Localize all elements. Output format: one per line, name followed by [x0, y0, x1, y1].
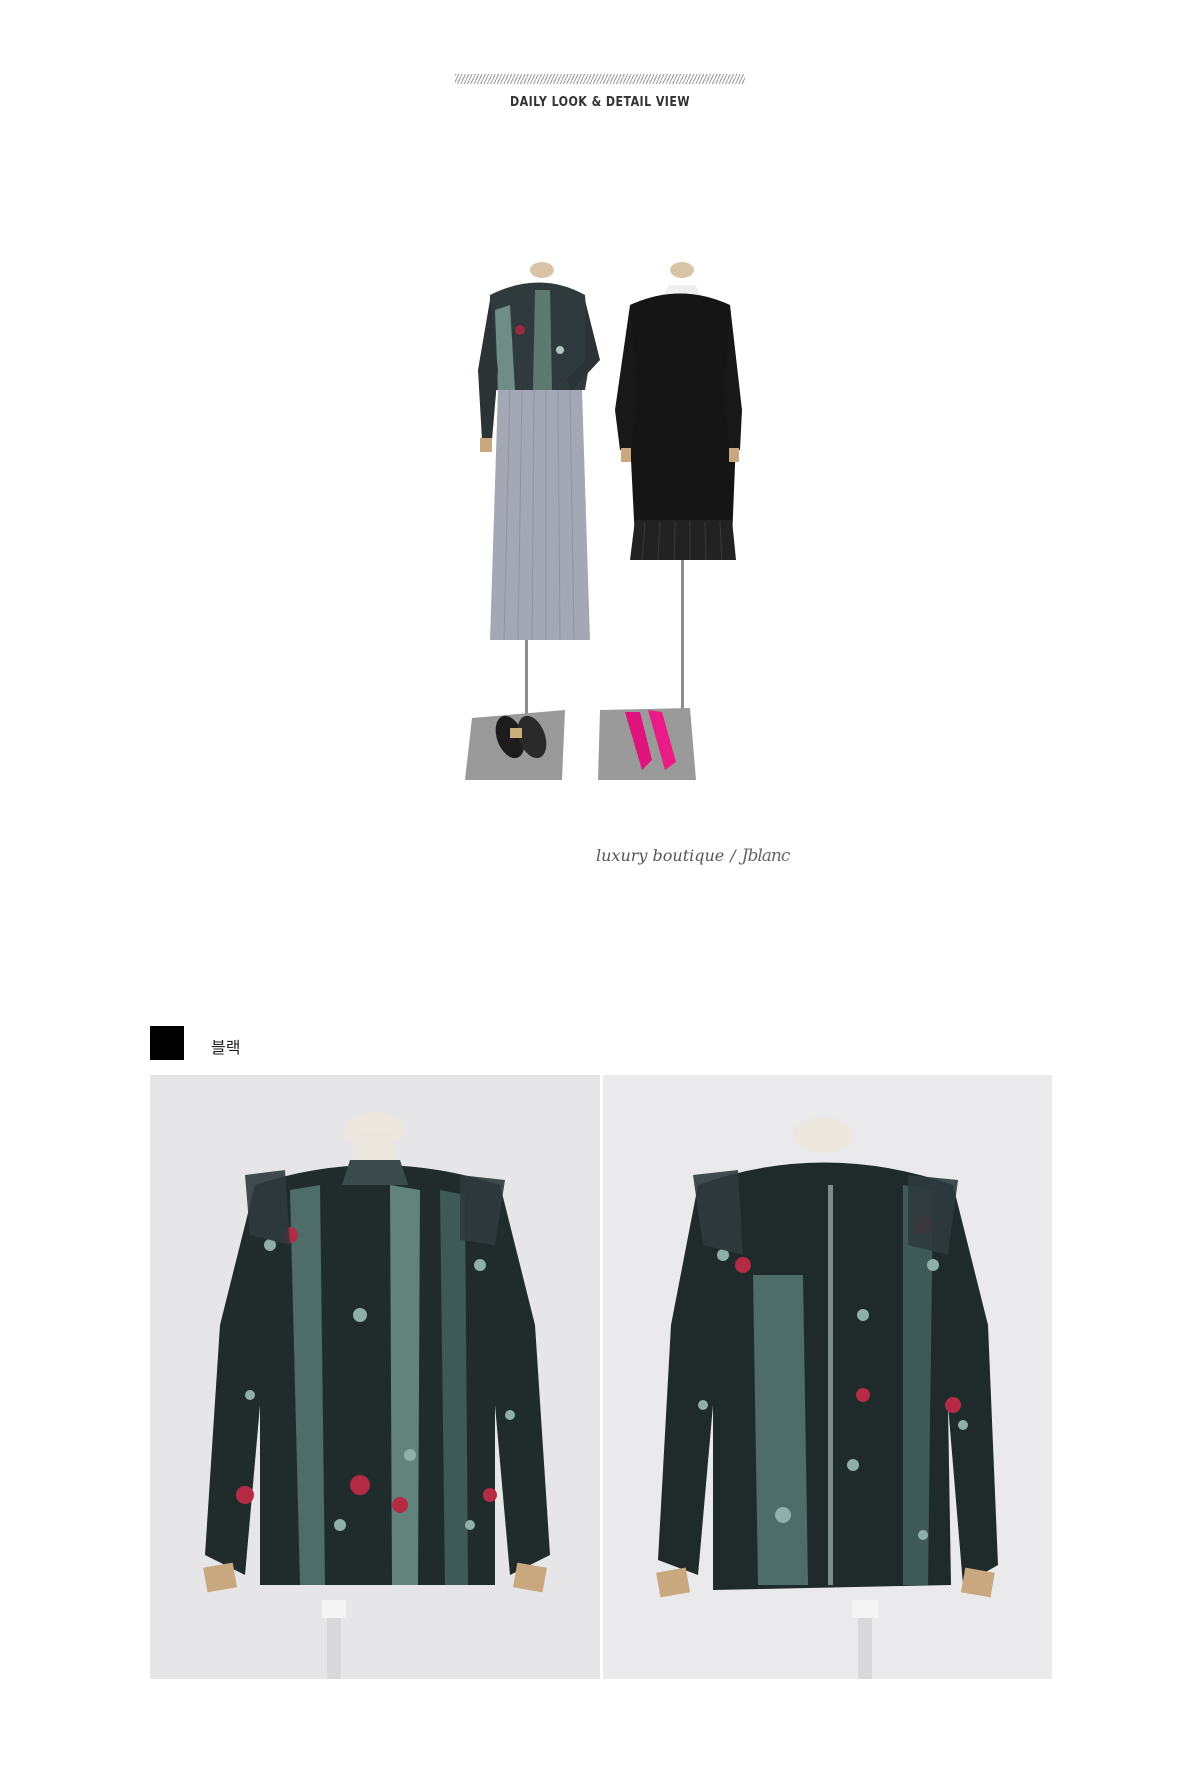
- brand-logo-script: Jblanc: [741, 846, 791, 866]
- blouse-back-image: [603, 1075, 1052, 1679]
- blouse-front-image: [150, 1075, 600, 1679]
- color-swatch: [150, 1026, 184, 1060]
- color-name-label: 블랙: [211, 1040, 241, 1057]
- section-title: DAILY LOOK & DETAIL VIEW: [510, 95, 690, 110]
- product-detail-page: DAILY LOOK & DETAIL VIEW luxury boutique…: [0, 0, 1200, 1787]
- brand-signature: luxury boutique / Jblanc: [596, 846, 791, 866]
- signature-text: luxury boutique: [596, 846, 725, 865]
- signature-separator: /: [730, 846, 736, 865]
- daily-look-image: [440, 250, 770, 780]
- header-decoration: [455, 74, 745, 84]
